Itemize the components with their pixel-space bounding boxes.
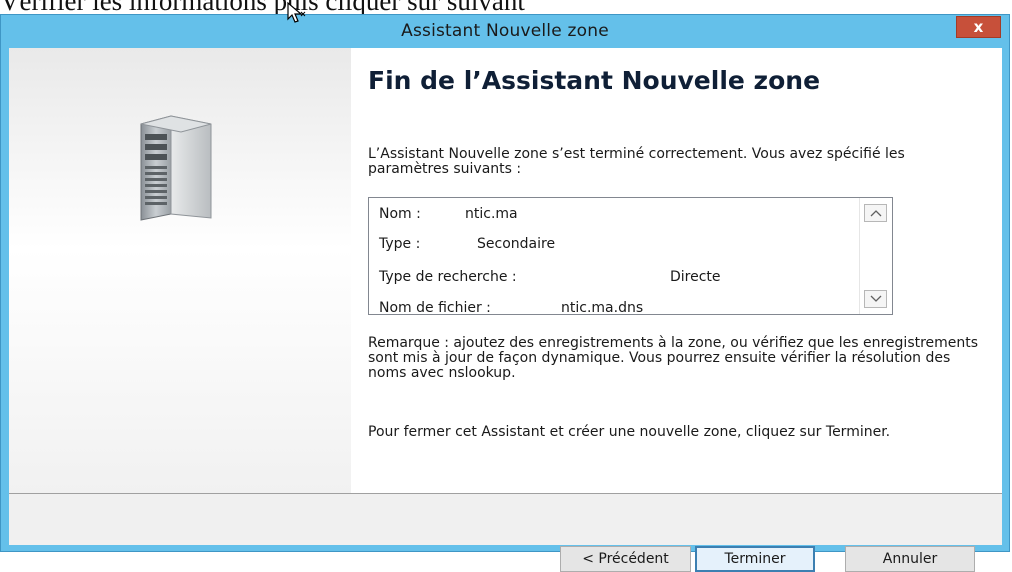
title-bar[interactable]: Assistant Nouvelle zone x [1,15,1009,48]
finish-button[interactable]: Terminer [695,546,815,572]
wizard-content: Fin de l’Assistant Nouvelle zone L’Assis… [351,48,1002,493]
chevron-down-icon [870,295,882,302]
vertical-scrollbar[interactable] [859,198,892,314]
mouse-cursor-icon [287,2,306,23]
intro-text: L’Assistant Nouvelle zone s’est terminé … [368,146,905,177]
settings-summary-box[interactable]: Nom : ntic.ma Type : Secondaire Type de … [368,197,893,315]
page-title: Fin de l’Assistant Nouvelle zone [368,66,821,95]
summary-value: Secondaire [477,236,556,252]
summary-label: Type de recherche : [379,269,517,285]
closing-text: Pour fermer cet Assistant et créer une n… [368,424,891,440]
summary-value: Directe [670,269,721,285]
window-title: Assistant Nouvelle zone [401,21,609,41]
wizard-sidebar [9,48,351,493]
back-button[interactable]: < Précédent [560,546,691,572]
close-button[interactable]: x [956,16,1001,38]
cancel-button[interactable]: Annuler [845,546,975,572]
summary-label: Type : [379,236,421,252]
wizard-footer: < Précédent Terminer Annuler [9,494,1002,572]
summary-value: ntic.ma.dns [561,300,644,315]
scroll-up-button[interactable] [864,204,887,222]
chevron-up-icon [870,210,882,217]
note-text: Remarque : ajoutez des enregistrements à… [368,335,979,381]
wizard-client-area: Fin de l’Assistant Nouvelle zone L’Assis… [9,48,1002,572]
summary-value: ntic.ma [465,206,518,222]
server-icon [140,115,212,221]
summary-label: Nom : [379,206,421,222]
scroll-down-button[interactable] [864,290,887,308]
summary-label: Nom de fichier : [379,300,491,315]
wizard-window: Assistant Nouvelle zone x Fin de l’Assis… [0,14,1010,572]
